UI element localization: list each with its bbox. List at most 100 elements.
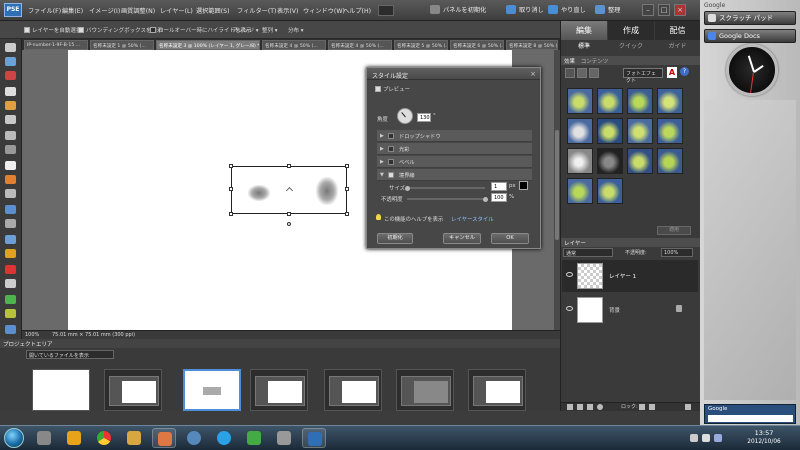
size-slider-thumb[interactable] [405,186,410,191]
pencil-tool-icon[interactable] [5,265,16,274]
red-eye-tool-icon[interactable] [5,145,16,154]
expand-arrow-icon[interactable]: ▶ [380,159,384,165]
selected-layer-bounding-box[interactable] [229,164,349,226]
opacity-slider-thumb[interactable] [483,197,488,202]
bin-thumbnail-selected[interactable] [183,369,241,411]
doc-tab[interactable]: 名称未設定 4 @ 50% (... [262,40,326,50]
scrollbar-thumb[interactable] [555,130,559,240]
auto-select-option[interactable]: レイヤーを自動選択 [24,26,81,34]
organize-button[interactable]: 整理 [595,5,620,14]
distribute-dropdown[interactable]: 分布 ▾ [288,26,304,34]
effect-thumbnail[interactable] [597,118,623,144]
menu-help[interactable]: ヘルプ(H) [343,6,371,15]
collapse-arrow-icon[interactable]: ▼ [380,172,384,178]
size-field[interactable]: 1 [491,182,507,191]
layer-row-selected[interactable]: レイヤー 1 [562,260,698,292]
bin-thumbnail[interactable] [324,369,382,411]
tab-edit[interactable]: 編集 [561,21,607,40]
transform-handle[interactable] [229,187,233,191]
layer-row[interactable]: 背景 [562,294,698,326]
expand-arrow-icon[interactable]: ▶ [380,146,384,152]
transform-handle[interactable] [229,212,233,216]
expand-arrow-icon[interactable]: ▶ [380,133,384,139]
effect-thumbnail[interactable] [567,178,593,204]
network-icon[interactable] [690,434,698,442]
section-bevel[interactable]: ▶ ベベル [377,156,532,168]
dialog-close-icon[interactable]: × [529,70,537,78]
transform-handle[interactable] [345,212,349,216]
cancel-button[interactable]: キャンセル [443,233,481,244]
shape-tool-icon[interactable] [5,325,16,334]
tab-share[interactable]: 配信 [655,21,700,40]
auto-select-checkbox[interactable] [24,27,30,33]
section-drop-shadow[interactable]: ▶ ドロップシャドウ [377,130,532,142]
trash-icon[interactable] [685,404,691,410]
new-group-icon[interactable] [577,404,583,410]
subtab-guided[interactable]: ガイド [655,40,700,54]
effect-thumbnail[interactable] [597,148,623,174]
apply-button[interactable]: 適用 [657,226,691,235]
taskbar-app[interactable] [32,428,56,448]
show-bbox-checkbox[interactable] [78,27,84,33]
bin-thumbnail[interactable] [468,369,526,411]
blend-mode-dropdown[interactable]: 通常 [563,248,613,257]
bin-thumbnail[interactable] [396,369,454,411]
menu-layer[interactable]: レイヤー(L) [160,6,193,15]
opacity-slider[interactable] [407,198,485,200]
effect-thumbnail[interactable] [567,118,593,144]
transform-handle[interactable] [287,164,291,168]
taskbar-app-active[interactable] [302,428,326,448]
doc-tab[interactable]: 名称未設定 1 @ 50% (... [90,40,154,50]
section-checkbox[interactable] [388,159,394,165]
reset-panels-button[interactable]: パネルを初期化 [430,5,486,14]
transform-handle[interactable] [345,187,349,191]
section-stroke[interactable]: ▼ 境界線 [377,169,532,181]
menu-filter[interactable]: フィルター(T) [237,6,276,15]
layer-mask-icon[interactable] [597,404,603,410]
doc-tab[interactable]: 名称未設定 6 @ 50% (... [450,40,504,50]
doc-tab-active[interactable]: 名称未設定 3 @ 100% (レイヤー 1, グレー/8) * [156,40,260,50]
bin-thumbnail[interactable] [250,369,308,411]
photo-effects-category-icon[interactable] [589,68,599,78]
taskbar-app[interactable] [122,428,146,448]
straighten-tool-icon[interactable] [5,219,16,228]
taskbar-app[interactable] [212,428,236,448]
effect-thumbnail[interactable] [567,148,593,174]
effect-thumbnail[interactable] [597,178,623,204]
angle-field[interactable]: 130 [417,113,431,122]
new-layer-icon[interactable] [567,404,573,410]
effect-thumbnail[interactable] [567,88,593,114]
gradient-tool-icon[interactable] [5,309,16,318]
type-tool-icon[interactable] [5,161,16,170]
eraser-tool-icon[interactable] [5,279,16,288]
show-highlight-checkbox[interactable] [150,27,156,33]
menu-view[interactable]: 表示(V) [277,6,298,15]
zoom-tool-icon[interactable] [5,57,16,66]
crop-tool-icon[interactable] [5,175,16,184]
menu-select[interactable]: 選択範囲(S) [196,6,230,15]
cookie-cutter-tool-icon[interactable] [5,205,16,214]
preview-checkbox[interactable] [375,86,381,92]
ok-button[interactable]: OK [491,233,529,244]
lasso-tool-icon[interactable] [5,101,16,110]
magic-wand-tool-icon[interactable] [5,131,16,140]
taskbar-app[interactable] [182,428,206,448]
doc-tab[interactable]: 名称未設定 8 @ 50% (RGB/8... [506,40,558,50]
adjustment-layer-icon[interactable] [587,404,593,410]
menu-file[interactable]: ファイル(F) [28,6,61,15]
lock-all-icon[interactable] [649,404,655,410]
transform-handle[interactable] [345,164,349,168]
align-dropdown[interactable]: 整列 ▾ [262,26,278,34]
layer-name[interactable]: レイヤー 1 [609,272,636,280]
arrange-dropdown[interactable]: アレンジ ▾ [232,26,259,34]
google-docs-gadget[interactable]: Google Docs [704,29,796,43]
lock-transparent-icon[interactable] [639,404,645,410]
section-glow[interactable]: ▶ 光彩 [377,143,532,155]
marquee-tool-icon[interactable] [5,87,16,96]
quick-select-tool-icon[interactable] [5,115,16,124]
effects-tab[interactable]: 効果 [564,59,575,65]
section-checkbox[interactable] [388,172,394,178]
visibility-eye-icon[interactable] [566,306,573,311]
menu-adjust[interactable]: 画質調整(N) [121,6,155,15]
angle-dial[interactable] [397,108,413,124]
